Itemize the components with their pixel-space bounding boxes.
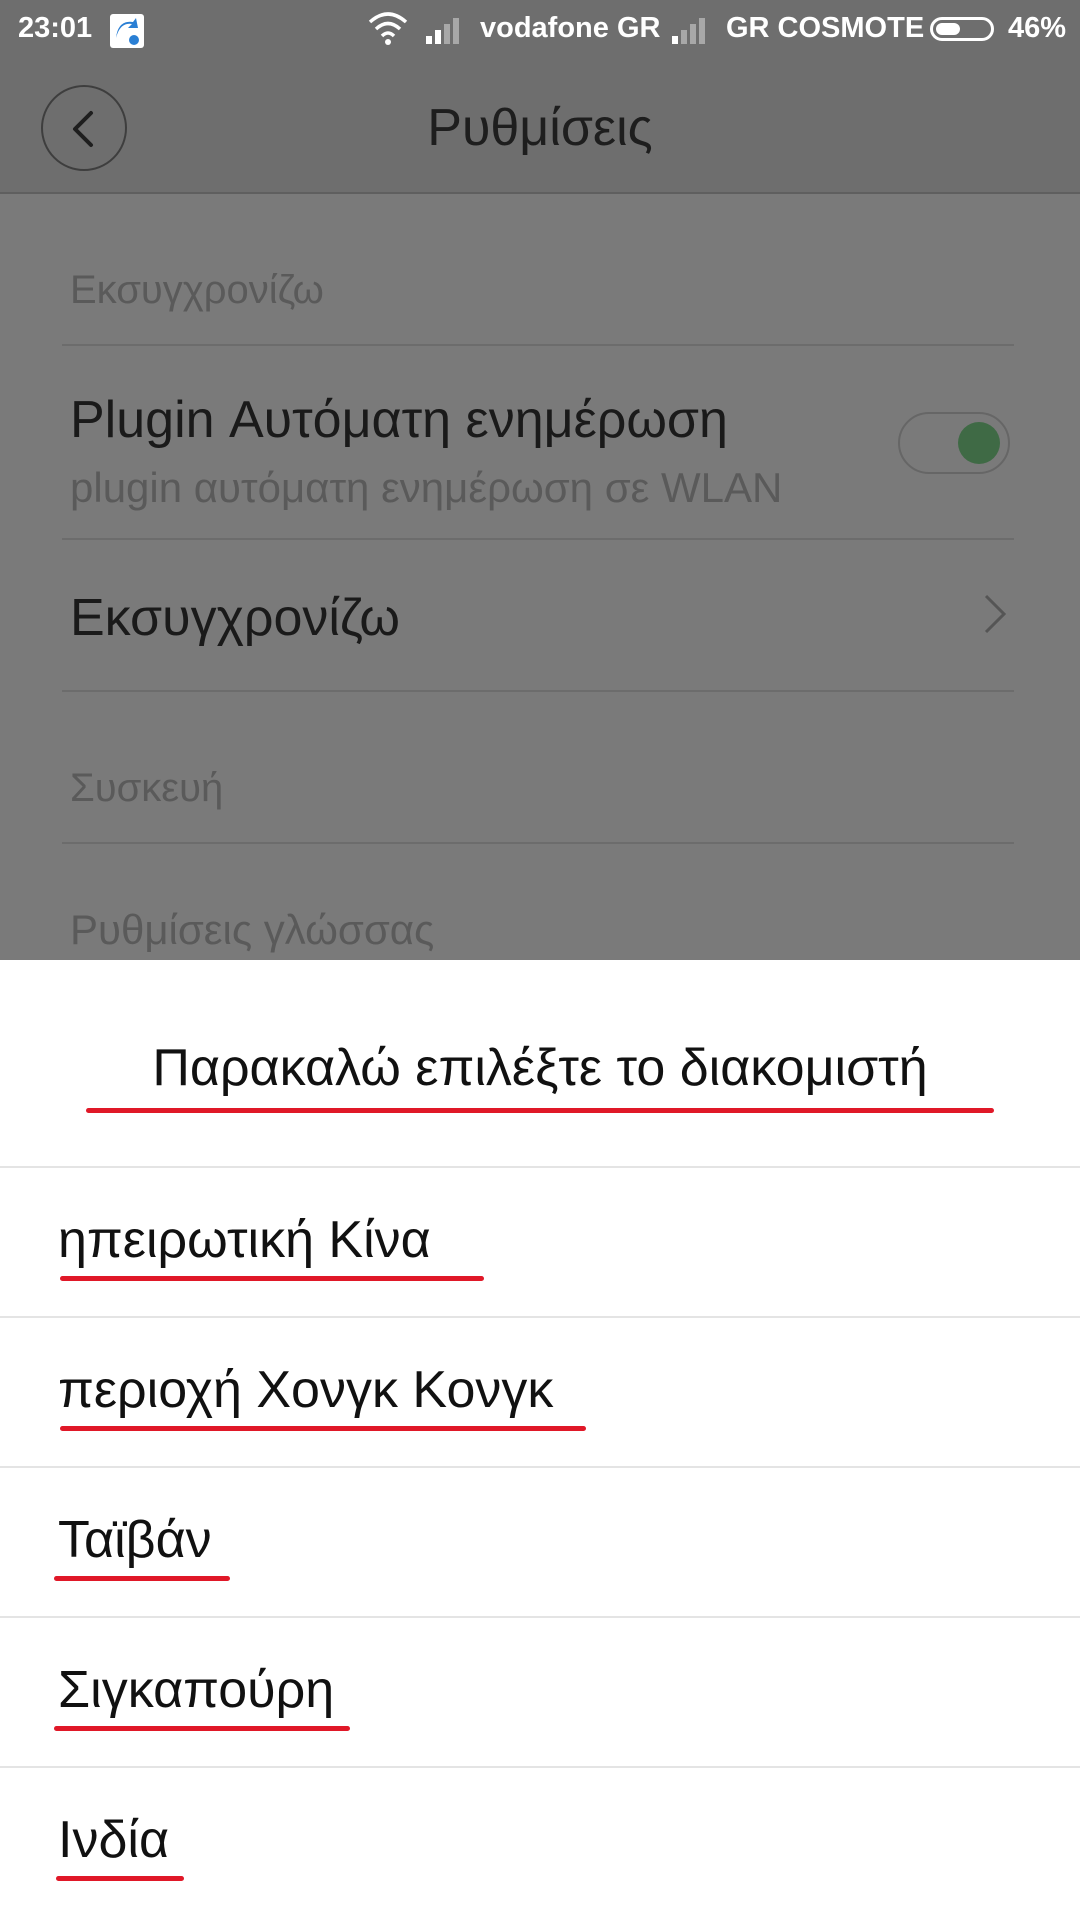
wifi-icon bbox=[368, 12, 408, 54]
server-option-label: Σιγκαπούρη bbox=[58, 1661, 335, 1719]
server-option-label: Ταϊβάν bbox=[58, 1511, 212, 1569]
language-settings-label: Ρυθμίσεις γλώσσας bbox=[70, 906, 435, 953]
server-option-label: περιοχή Χονγκ Κονγκ bbox=[58, 1361, 554, 1419]
toggle-knob bbox=[958, 422, 1000, 464]
annotation-underline bbox=[60, 1426, 586, 1431]
carrier-1-label: vodafone GR bbox=[480, 12, 661, 44]
annotation-underline bbox=[86, 1108, 994, 1113]
server-select-dialog: Παρακαλώ επιλέξτε το διακομιστή ηπειρωτι… bbox=[0, 960, 1080, 1920]
section-header-device: Συσκευή bbox=[62, 692, 1014, 844]
battery-icon bbox=[930, 17, 994, 41]
server-option-taiwan[interactable]: Ταϊβάν bbox=[0, 1468, 1080, 1618]
status-bar: 23:01 vodafone GR GR COSMOTE 46% bbox=[0, 0, 1080, 60]
server-option-singapore[interactable]: Σιγκαπούρη bbox=[0, 1618, 1080, 1768]
annotation-underline bbox=[60, 1276, 484, 1281]
plugin-auto-update-toggle[interactable] bbox=[898, 412, 1010, 474]
battery-percent: 46% bbox=[1008, 12, 1067, 44]
status-time: 23:01 bbox=[18, 12, 93, 44]
section-label: Εκσυγχρονίζω bbox=[70, 268, 324, 312]
plugin-auto-update-row[interactable]: Plugin Αυτόματη ενημέρωση plugin αυτόματ… bbox=[62, 346, 1014, 540]
plugin-auto-update-subtitle: plugin αυτόματη ενημέρωση σε WLAN bbox=[70, 464, 783, 511]
sync-item-label: Εκσυγχρονίζω bbox=[70, 589, 400, 647]
section-header-sync: Εκσυγχρονίζω bbox=[62, 194, 1014, 346]
sync-item-row[interactable]: Εκσυγχρονίζω bbox=[62, 540, 1014, 692]
dialog-header: Παρακαλώ επιλέξτε το διακομιστή bbox=[0, 960, 1080, 1168]
chevron-right-icon bbox=[984, 594, 1007, 634]
page-title: Ρυθμίσεις bbox=[427, 99, 653, 157]
server-option-india[interactable]: Ινδία bbox=[0, 1768, 1080, 1918]
battery-level-fill bbox=[936, 23, 960, 35]
signal-icon bbox=[670, 14, 710, 52]
annotation-underline bbox=[54, 1576, 230, 1581]
app-header: Ρυθμίσεις bbox=[0, 60, 1080, 194]
server-option-label: Ινδία bbox=[58, 1811, 170, 1869]
carrier-2-label: GR COSMOTE bbox=[726, 12, 925, 44]
signal-icon bbox=[424, 14, 464, 52]
server-option-hong-kong[interactable]: περιοχή Χονγκ Κονγκ bbox=[0, 1318, 1080, 1468]
settings-list: Εκσυγχρονίζω Plugin Αυτόματη ενημέρωση p… bbox=[0, 194, 1080, 960]
annotation-underline bbox=[54, 1726, 350, 1731]
section-label: Συσκευή bbox=[70, 766, 224, 810]
dialog-title: Παρακαλώ επιλέξτε το διακομιστή bbox=[152, 1039, 928, 1097]
plugin-auto-update-title: Plugin Αυτόματη ενημέρωση bbox=[70, 391, 728, 449]
server-option-label: ηπειρωτική Κίνα bbox=[58, 1211, 431, 1269]
app-notification-icon bbox=[110, 14, 144, 48]
server-option-mainland-china[interactable]: ηπειρωτική Κίνα bbox=[0, 1168, 1080, 1318]
annotation-underline bbox=[56, 1876, 184, 1881]
